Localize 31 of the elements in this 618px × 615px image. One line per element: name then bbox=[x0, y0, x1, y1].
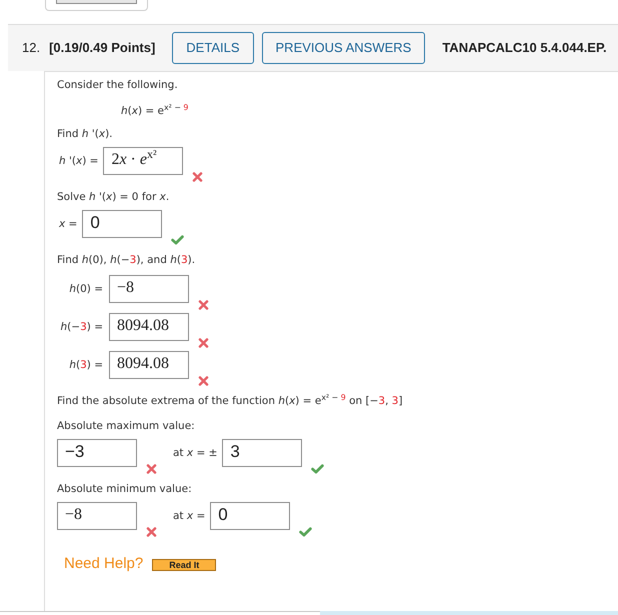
problem-code: TANAPCALC10 5.4.044.EP. bbox=[442, 39, 607, 58]
answer-field[interactable]: 8094.08 bbox=[109, 313, 189, 341]
field-label: at x = ± bbox=[173, 446, 218, 460]
points-text: [0.19/0.49 Points] bbox=[49, 39, 156, 58]
instruction-text: Find h '(x). bbox=[57, 127, 112, 141]
instruction-text: Solve h '(x) = 0 for x. bbox=[57, 190, 170, 204]
field-label: at x = bbox=[173, 509, 206, 523]
field-label: h(−3) = bbox=[60, 320, 103, 334]
field-label: h(0) = bbox=[69, 282, 103, 296]
answer-field[interactable]: 8094.08 bbox=[109, 351, 189, 379]
answer-field[interactable]: 3 bbox=[222, 439, 302, 467]
field-label: h(3) = bbox=[69, 358, 103, 372]
answer-field[interactable]: −8 bbox=[57, 502, 137, 530]
answer-field[interactable]: 2x · e$^{x²}$ bbox=[103, 147, 184, 175]
partial-button[interactable] bbox=[56, 0, 137, 4]
field-label: h '(x) = bbox=[59, 154, 98, 168]
header-button[interactable]: PREVIOUS ANSWERS bbox=[262, 32, 426, 64]
read-it-button[interactable]: Read It bbox=[152, 559, 216, 571]
need-help-text: Need Help? bbox=[64, 556, 144, 571]
instruction-text: Absolute minimum value: bbox=[57, 482, 192, 496]
instruction-text: Consider the following. bbox=[57, 78, 178, 92]
instruction-text: Absolute maximum value: bbox=[57, 419, 195, 433]
instruction-text: Find the absolute extrema of the function h(x) = e$^{x² −}$ $^{9}$ on [−3, 3] bbox=[57, 394, 403, 408]
answer-field[interactable]: 0 bbox=[210, 502, 290, 530]
instruction-text: Find h(0), h(−3), and h(3). bbox=[57, 253, 196, 267]
field-label: x = bbox=[59, 217, 78, 231]
answer-field[interactable]: 0 bbox=[82, 210, 162, 238]
answer-field[interactable]: −8 bbox=[109, 275, 189, 303]
header-button[interactable]: DETAILS bbox=[172, 32, 254, 64]
question-number: 12. bbox=[22, 39, 40, 58]
answer-field[interactable]: −3 bbox=[57, 439, 137, 467]
